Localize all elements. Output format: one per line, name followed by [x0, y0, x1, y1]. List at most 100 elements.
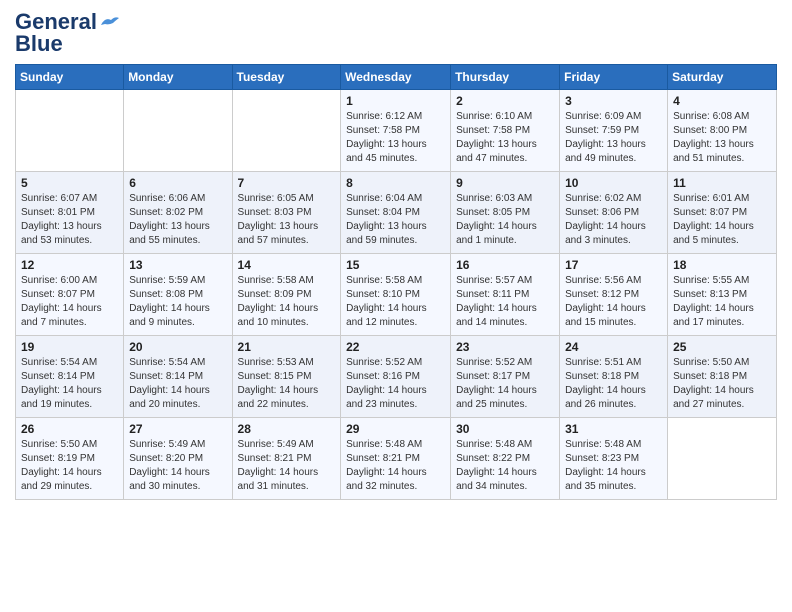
- day-number: 15: [346, 258, 445, 272]
- calendar-cell: 20 Sunrise: 5:54 AM Sunset: 8:14 PM Dayli…: [124, 336, 232, 418]
- calendar-cell: 14 Sunrise: 5:58 AM Sunset: 8:09 PM Dayli…: [232, 254, 341, 336]
- day-info: Sunrise: 5:55 AM Sunset: 8:13 PM Dayligh…: [673, 274, 771, 330]
- weekday-header-tuesday: Tuesday: [232, 65, 341, 90]
- calendar-cell: 19 Sunrise: 5:54 AM Sunset: 8:14 PM Dayli…: [16, 336, 124, 418]
- day-info: Sunrise: 6:00 AM Sunset: 8:07 PM Dayligh…: [21, 274, 118, 330]
- weekday-header-friday: Friday: [560, 65, 668, 90]
- day-info: Sunrise: 6:07 AM Sunset: 8:01 PM Dayligh…: [21, 192, 118, 248]
- calendar-cell: 2 Sunrise: 6:10 AM Sunset: 7:58 PM Daylig…: [451, 90, 560, 172]
- calendar-cell: [668, 418, 777, 500]
- logo-blue: Blue: [15, 32, 63, 56]
- calendar-cell: 18 Sunrise: 5:55 AM Sunset: 8:13 PM Dayli…: [668, 254, 777, 336]
- day-number: 1: [346, 94, 445, 108]
- calendar-cell: 17 Sunrise: 5:56 AM Sunset: 8:12 PM Dayli…: [560, 254, 668, 336]
- day-number: 19: [21, 340, 118, 354]
- day-info: Sunrise: 5:48 AM Sunset: 8:21 PM Dayligh…: [346, 438, 445, 494]
- day-info: Sunrise: 5:59 AM Sunset: 8:08 PM Dayligh…: [129, 274, 226, 330]
- calendar-week-row: 26Sunrise: 5:50 AM Sunset: 8:19 PM Dayli…: [16, 418, 777, 500]
- weekday-header-wednesday: Wednesday: [341, 65, 451, 90]
- calendar-cell: 22 Sunrise: 5:52 AM Sunset: 8:16 PM Dayli…: [341, 336, 451, 418]
- day-info: Sunrise: 6:08 AM Sunset: 8:00 PM Dayligh…: [673, 110, 771, 166]
- calendar-cell: 15 Sunrise: 5:58 AM Sunset: 8:10 PM Dayli…: [341, 254, 451, 336]
- day-number: 29: [346, 422, 445, 436]
- calendar-week-row: 5 Sunrise: 6:07 AM Sunset: 8:01 PM Daylig…: [16, 172, 777, 254]
- day-info: Sunrise: 5:58 AM Sunset: 8:09 PM Dayligh…: [238, 274, 336, 330]
- day-info: Sunrise: 5:48 AM Sunset: 8:22 PM Dayligh…: [456, 438, 554, 494]
- day-info: Sunrise: 6:09 AM Sunset: 7:59 PM Dayligh…: [565, 110, 662, 166]
- calendar-cell: 7 Sunrise: 6:05 AM Sunset: 8:03 PM Daylig…: [232, 172, 341, 254]
- day-info: Sunrise: 5:54 AM Sunset: 8:14 PM Dayligh…: [21, 356, 118, 412]
- calendar-cell: 6 Sunrise: 6:06 AM Sunset: 8:02 PM Daylig…: [124, 172, 232, 254]
- day-number: 23: [456, 340, 554, 354]
- day-number: 16: [456, 258, 554, 272]
- day-number: 8: [346, 176, 445, 190]
- day-number: 26: [21, 422, 118, 436]
- day-number: 21: [238, 340, 336, 354]
- day-info: Sunrise: 5:49 AM Sunset: 8:21 PM Dayligh…: [238, 438, 336, 494]
- calendar-cell: 9 Sunrise: 6:03 AM Sunset: 8:05 PM Daylig…: [451, 172, 560, 254]
- day-number: 31: [565, 422, 662, 436]
- day-number: 13: [129, 258, 226, 272]
- day-info: Sunrise: 6:01 AM Sunset: 8:07 PM Dayligh…: [673, 192, 771, 248]
- day-info: Sunrise: 6:03 AM Sunset: 8:05 PM Dayligh…: [456, 192, 554, 248]
- calendar-cell: [16, 90, 124, 172]
- day-info: Sunrise: 6:10 AM Sunset: 7:58 PM Dayligh…: [456, 110, 554, 166]
- day-number: 3: [565, 94, 662, 108]
- day-info: Sunrise: 6:12 AM Sunset: 7:58 PM Dayligh…: [346, 110, 445, 166]
- day-number: 11: [673, 176, 771, 190]
- day-info: Sunrise: 5:50 AM Sunset: 8:18 PM Dayligh…: [673, 356, 771, 412]
- weekday-header-row: SundayMondayTuesdayWednesdayThursdayFrid…: [16, 65, 777, 90]
- calendar-cell: 3 Sunrise: 6:09 AM Sunset: 7:59 PM Daylig…: [560, 90, 668, 172]
- calendar-cell: 28 Sunrise: 5:49 AM Sunset: 8:21 PM Dayli…: [232, 418, 341, 500]
- calendar-cell: 5 Sunrise: 6:07 AM Sunset: 8:01 PM Daylig…: [16, 172, 124, 254]
- calendar-cell: 13 Sunrise: 5:59 AM Sunset: 8:08 PM Dayli…: [124, 254, 232, 336]
- calendar-cell: 31 Sunrise: 5:48 AM Sunset: 8:23 PM Dayli…: [560, 418, 668, 500]
- day-number: 27: [129, 422, 226, 436]
- day-number: 17: [565, 258, 662, 272]
- day-number: 5: [21, 176, 118, 190]
- day-number: 6: [129, 176, 226, 190]
- day-number: 14: [238, 258, 336, 272]
- weekday-header-thursday: Thursday: [451, 65, 560, 90]
- day-info: Sunrise: 5:53 AM Sunset: 8:15 PM Dayligh…: [238, 356, 336, 412]
- day-number: 2: [456, 94, 554, 108]
- calendar-cell: 8Sunrise: 6:04 AM Sunset: 8:04 PM Daylig…: [341, 172, 451, 254]
- calendar-cell: 23Sunrise: 5:52 AM Sunset: 8:17 PM Dayli…: [451, 336, 560, 418]
- day-info: Sunrise: 5:51 AM Sunset: 8:18 PM Dayligh…: [565, 356, 662, 412]
- calendar-page: General Blue SundayMondayTuesdayWednesda…: [0, 0, 792, 510]
- day-number: 18: [673, 258, 771, 272]
- logo: General Blue: [15, 10, 119, 56]
- day-number: 20: [129, 340, 226, 354]
- day-info: Sunrise: 5:52 AM Sunset: 8:16 PM Dayligh…: [346, 356, 445, 412]
- calendar-week-row: 12 Sunrise: 6:00 AM Sunset: 8:07 PM Dayli…: [16, 254, 777, 336]
- logo-bird-icon: [99, 15, 119, 31]
- calendar-cell: 29 Sunrise: 5:48 AM Sunset: 8:21 PM Dayli…: [341, 418, 451, 500]
- weekday-header-monday: Monday: [124, 65, 232, 90]
- calendar-cell: [232, 90, 341, 172]
- day-info: Sunrise: 5:58 AM Sunset: 8:10 PM Dayligh…: [346, 274, 445, 330]
- day-number: 10: [565, 176, 662, 190]
- calendar-cell: 1 Sunrise: 6:12 AM Sunset: 7:58 PM Daylig…: [341, 90, 451, 172]
- weekday-header-saturday: Saturday: [668, 65, 777, 90]
- calendar-cell: 16Sunrise: 5:57 AM Sunset: 8:11 PM Dayli…: [451, 254, 560, 336]
- day-info: Sunrise: 6:06 AM Sunset: 8:02 PM Dayligh…: [129, 192, 226, 248]
- day-info: Sunrise: 6:05 AM Sunset: 8:03 PM Dayligh…: [238, 192, 336, 248]
- day-info: Sunrise: 5:48 AM Sunset: 8:23 PM Dayligh…: [565, 438, 662, 494]
- day-number: 24: [565, 340, 662, 354]
- day-number: 12: [21, 258, 118, 272]
- header: General Blue: [15, 10, 777, 56]
- calendar-cell: 11 Sunrise: 6:01 AM Sunset: 8:07 PM Dayli…: [668, 172, 777, 254]
- day-number: 25: [673, 340, 771, 354]
- calendar-cell: 26Sunrise: 5:50 AM Sunset: 8:19 PM Dayli…: [16, 418, 124, 500]
- day-number: 9: [456, 176, 554, 190]
- day-info: Sunrise: 5:56 AM Sunset: 8:12 PM Dayligh…: [565, 274, 662, 330]
- day-number: 22: [346, 340, 445, 354]
- day-number: 4: [673, 94, 771, 108]
- calendar-cell: 21 Sunrise: 5:53 AM Sunset: 8:15 PM Dayli…: [232, 336, 341, 418]
- day-info: Sunrise: 6:02 AM Sunset: 8:06 PM Dayligh…: [565, 192, 662, 248]
- day-info: Sunrise: 5:54 AM Sunset: 8:14 PM Dayligh…: [129, 356, 226, 412]
- calendar-table: SundayMondayTuesdayWednesdayThursdayFrid…: [15, 64, 777, 500]
- calendar-cell: 4 Sunrise: 6:08 AM Sunset: 8:00 PM Daylig…: [668, 90, 777, 172]
- day-number: 7: [238, 176, 336, 190]
- day-number: 28: [238, 422, 336, 436]
